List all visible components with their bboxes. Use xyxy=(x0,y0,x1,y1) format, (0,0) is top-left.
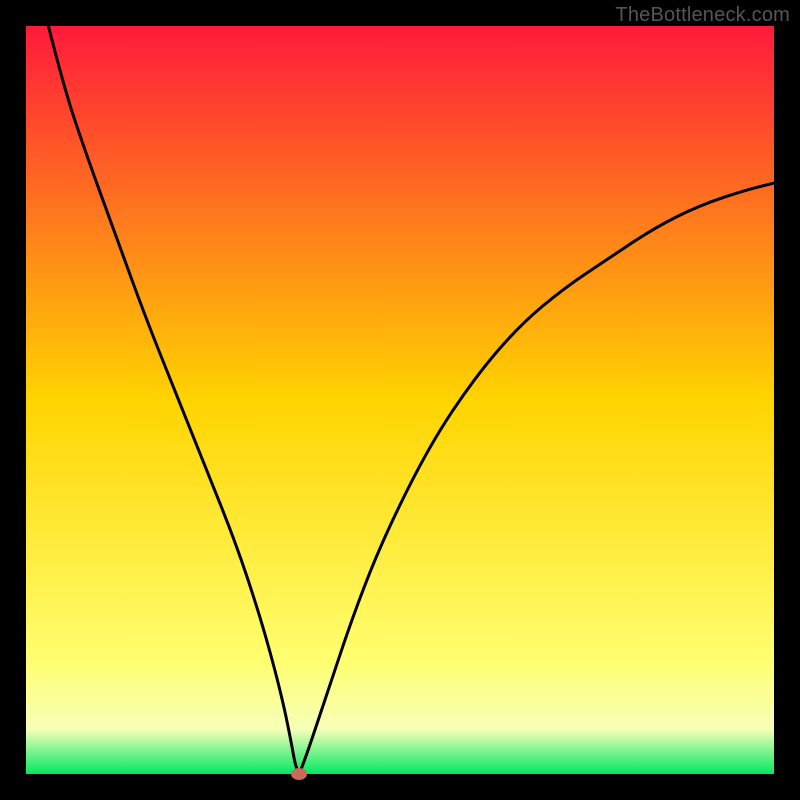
optimal-point-marker xyxy=(291,768,307,780)
bottleneck-chart-svg xyxy=(0,0,800,800)
watermark-text: TheBottleneck.com xyxy=(615,4,790,27)
chart-background-gradient xyxy=(26,26,774,774)
chart-container: TheBottleneck.com xyxy=(0,0,800,800)
